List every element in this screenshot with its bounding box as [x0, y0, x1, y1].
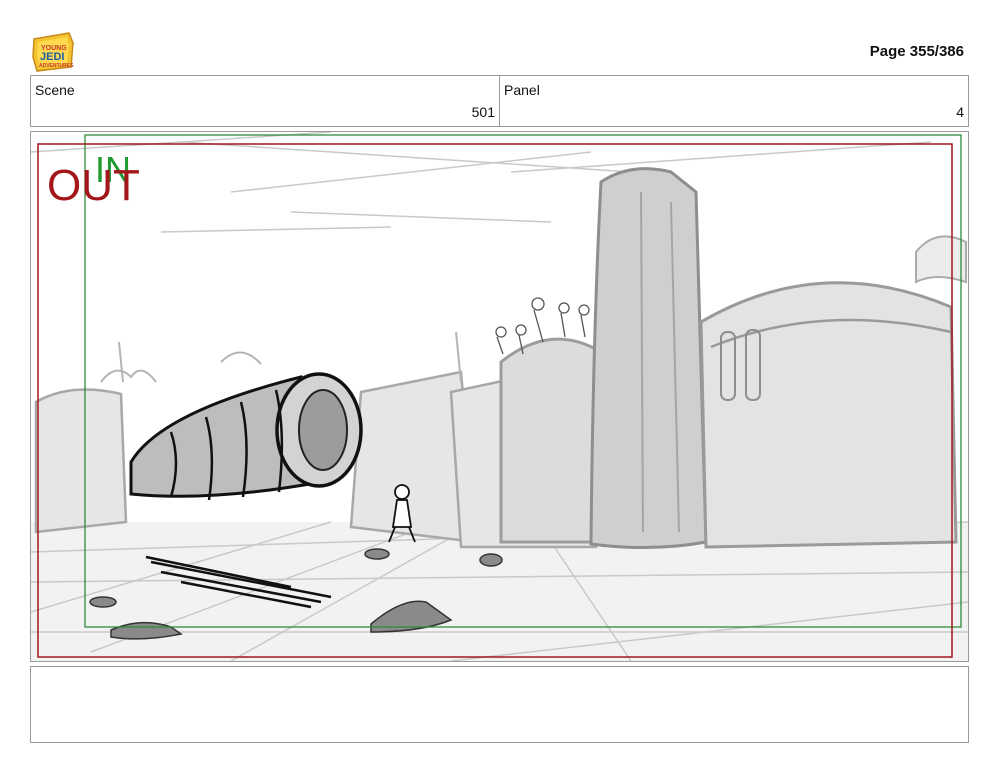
panel-notes-box[interactable] [30, 666, 969, 743]
panel-sketch: IN OUT [31, 132, 968, 661]
svg-text:ADVENTURES: ADVENTURES [39, 63, 74, 69]
panel-cell: Panel 4 [499, 76, 968, 126]
scene-value: 501 [471, 104, 495, 120]
flying-pod-sketch [129, 372, 363, 501]
scene-label: Scene [35, 82, 75, 98]
storyboard-panel: IN OUT [30, 131, 969, 662]
page-number: Page 355/386 [869, 43, 964, 60]
svg-text:JEDI: JEDI [40, 51, 64, 63]
safe-area-out-label: OUT [47, 161, 140, 210]
panel-label: Panel [504, 82, 540, 98]
show-logo: YOUNG JEDI ADVENTURES [31, 31, 75, 73]
scene-cell: Scene 501 [31, 76, 499, 126]
panel-value: 4 [956, 104, 964, 120]
panel-info-table: Scene 501 Panel 4 [30, 75, 969, 127]
